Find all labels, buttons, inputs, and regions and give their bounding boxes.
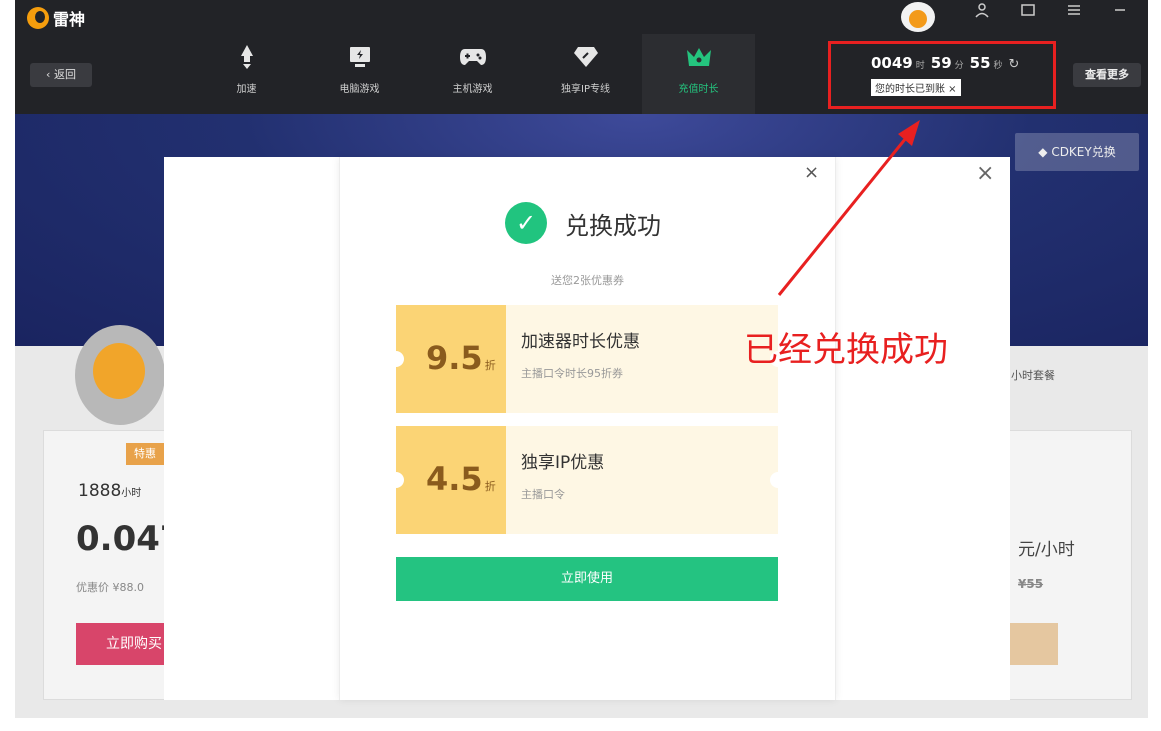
annotation-text: 已经兑换成功 [744, 330, 948, 370]
annotation-arrow [777, 120, 920, 296]
